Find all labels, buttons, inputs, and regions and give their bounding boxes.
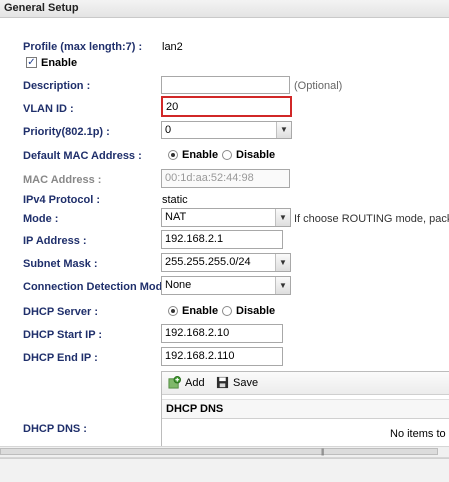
default-mac-enable-label: Enable [182,149,219,161]
panel-footer [0,458,449,482]
connection-detection-select[interactable]: None ▼ [161,276,291,295]
default-mac-enable-radio[interactable]: Enable [168,149,218,161]
connection-detection-row: Connection Detection Mode : None ▼ [0,276,449,296]
grip-icon: ||| [321,449,325,456]
dhcp-end-input[interactable]: 192.168.2.110 [161,347,283,366]
radio-unselected-icon [222,306,232,316]
mode-row: Mode : NAT ▼ If choose ROUTING mode, pac… [0,208,449,228]
vlan-id-label: VLAN ID : [23,103,74,115]
dhcp-end-row: DHCP End IP : 192.168.2.110 [0,347,449,367]
dhcp-server-row: DHCP Server : Enable Disable [0,302,449,322]
subnet-mask-label: Subnet Mask : [23,258,98,270]
description-input[interactable] [161,76,290,94]
dhcp-dns-label: DHCP DNS : [23,423,87,435]
panel-header: General Setup [0,0,449,18]
general-setup-panel: General Setup Profile (max length:7) : l… [0,0,449,482]
description-label: Description : [23,80,91,92]
vlan-id-input[interactable]: 20 [161,96,292,117]
dhcp-dns-toolbar: Add Save [162,372,449,395]
dhcp-dns-grid: Add Save DHCP DNS No items to sh [161,371,449,451]
ipv4-protocol-row: IPv4 Protocol : static [0,190,449,210]
horizontal-scrollbar[interactable]: ||| [0,446,449,458]
default-mac-label: Default MAC Address : [23,150,142,162]
subnet-mask-value: 255.255.255.0/24 [165,256,251,268]
ip-address-input[interactable]: 192.168.2.1 [161,230,283,249]
chevron-down-icon[interactable]: ▼ [275,254,290,271]
dhcp-server-enable-radio[interactable]: Enable [168,305,218,317]
dhcp-server-disable-radio[interactable]: Disable [222,305,275,317]
subnet-mask-row: Subnet Mask : 255.255.255.0/24 ▼ [0,253,449,273]
dhcp-server-disable-label: Disable [236,305,276,317]
default-mac-disable-label: Disable [236,149,276,161]
mode-value: NAT [165,211,187,223]
profile-value: lan2 [162,41,183,53]
dhcp-dns-empty-text: No items to sh [390,428,449,440]
radio-unselected-icon [222,150,232,160]
default-mac-disable-radio[interactable]: Disable [222,149,275,161]
default-mac-row: Default MAC Address : Enable Disable [0,146,449,166]
mode-hint: If choose ROUTING mode, packets [294,213,449,225]
mode-select[interactable]: NAT ▼ [161,208,291,227]
description-row: Description : (Optional) [0,76,449,96]
ip-address-label: IP Address : [23,235,87,247]
dhcp-server-enable-label: Enable [182,305,219,317]
profile-row: Profile (max length:7) : lan2 [0,37,449,57]
ipv4-protocol-value: static [162,194,188,206]
dhcp-end-label: DHCP End IP : [23,352,98,364]
dhcp-start-row: DHCP Start IP : 192.168.2.10 [0,324,449,344]
profile-label: Profile (max length:7) : [23,41,143,53]
description-hint: (Optional) [294,80,343,92]
vlan-id-row: VLAN ID : 20 [0,96,449,117]
save-label: Save [233,376,259,389]
mac-address-label: MAC Address : [23,174,102,186]
save-button[interactable]: Save [216,376,258,389]
subnet-mask-select[interactable]: 255.255.255.0/24 ▼ [161,253,291,272]
chevron-down-icon[interactable]: ▼ [276,122,291,138]
priority-value: 0 [165,124,172,136]
scrollbar-thumb[interactable]: ||| [0,448,438,456]
enable-checkbox[interactable]: ✓ [26,57,37,68]
connection-detection-value: None [165,279,192,291]
enable-checkbox-label: Enable [41,57,78,69]
radio-selected-icon [168,306,178,316]
panel-title: General Setup [4,2,79,14]
add-button[interactable]: Add [168,376,205,389]
add-icon [168,376,181,389]
radio-selected-icon [168,150,178,160]
dhcp-start-input[interactable]: 192.168.2.10 [161,324,283,343]
chevron-down-icon[interactable]: ▼ [275,277,290,294]
mode-label: Mode : [23,213,59,225]
dhcp-dns-column-header[interactable]: DHCP DNS [162,399,449,419]
dhcp-start-label: DHCP Start IP : [23,329,103,341]
add-label: Add [185,376,205,389]
ipv4-protocol-label: IPv4 Protocol : [23,194,101,206]
priority-row: Priority(802.1p) : 0 ▼ [0,121,449,141]
save-icon [216,376,229,389]
ip-address-row: IP Address : 192.168.2.1 [0,230,449,250]
mac-address-input: 00:1d:aa:52:44:98 [161,169,290,188]
dhcp-server-label: DHCP Server : [23,306,98,318]
mac-address-row: MAC Address : 00:1d:aa:52:44:98 [0,169,449,189]
connection-detection-label: Connection Detection Mode : [23,281,176,293]
chevron-down-icon[interactable]: ▼ [275,209,290,226]
priority-select[interactable]: 0 ▼ [161,121,292,139]
priority-label: Priority(802.1p) : [23,126,110,138]
dhcp-dns-column-title: DHCP DNS [166,403,224,415]
